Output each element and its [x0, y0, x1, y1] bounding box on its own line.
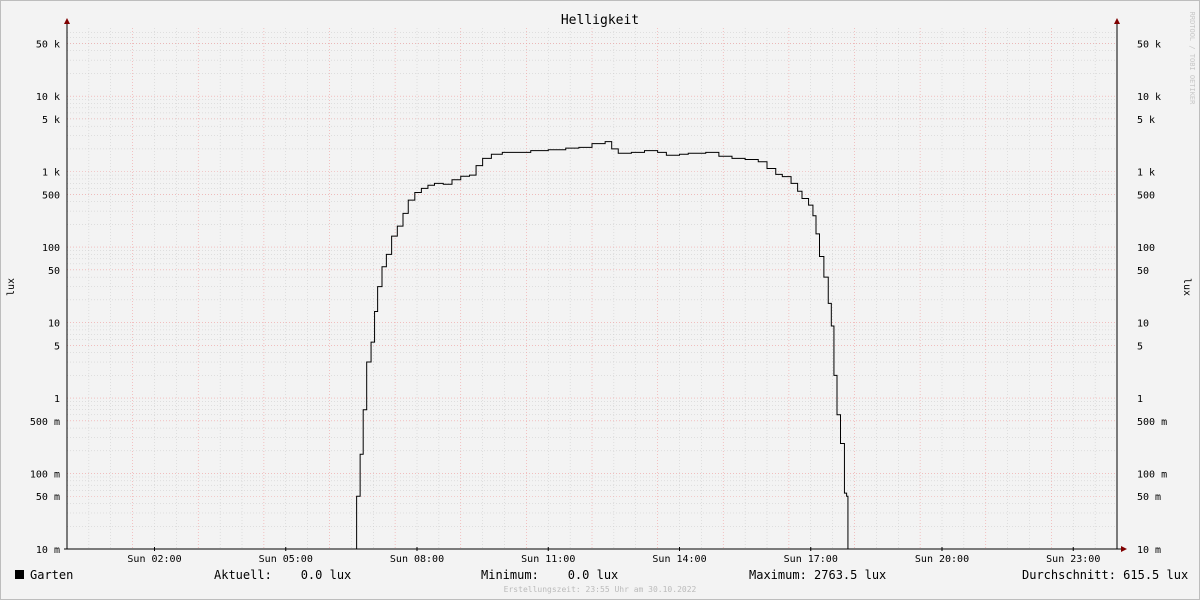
y-axis-label-left: lux	[6, 278, 17, 296]
y-tick-label: 100	[42, 243, 60, 254]
x-tick-label: Sun 11:00	[521, 554, 575, 565]
y-tick-label: 100 m	[30, 470, 60, 481]
chart-title: Helligkeit	[561, 13, 639, 28]
watermark: RRDTOOL / TOBI OETIKER	[1188, 12, 1196, 106]
x-axis-arrow	[1121, 546, 1127, 552]
y-tick-label: 1	[1137, 394, 1143, 405]
legend-current: Aktuell: 0.0 lux	[214, 568, 352, 582]
legend-maximum: Maximum: 2763.5 lux	[749, 568, 887, 582]
y-tick-label: 50	[1137, 266, 1149, 277]
y-tick-label: 50 k	[1137, 39, 1161, 50]
y-tick-label: 10 m	[36, 545, 60, 556]
y-tick-label: 10	[48, 319, 60, 330]
y-tick-label: 10 k	[1137, 92, 1161, 103]
y-tick-label: 5 k	[42, 115, 60, 126]
y-tick-label: 100	[1137, 243, 1155, 254]
y-tick-label: 50	[48, 266, 60, 277]
x-tick-labels: Sun 02:00 Sun 05:00 Sun 08:00 Sun 11:00 Sun …	[127, 547, 1100, 565]
y-tick-label: 1 k	[1137, 168, 1155, 179]
x-tick-label: Sun 14:00	[652, 554, 706, 565]
y-tick-label: 5	[1137, 341, 1143, 352]
y-tick-label: 100 m	[1137, 470, 1167, 481]
legend-swatch-garten	[15, 570, 24, 579]
x-tick-label: Sun 20:00	[915, 554, 969, 565]
y-axis-arrow-right	[1114, 18, 1120, 24]
x-tick-label: Sun 05:00	[259, 554, 313, 565]
legend-average: Durchschnitt: 615.5 lux	[1022, 568, 1189, 582]
y-tick-label: 500 m	[1137, 417, 1167, 428]
y-tick-label: 50 m	[1137, 492, 1161, 503]
y-tick-label: 1	[54, 394, 60, 405]
x-tick-label: Sun 17:00	[784, 554, 838, 565]
y-axis-label-right: lux	[1181, 278, 1192, 296]
y-tick-label: 500	[1137, 190, 1155, 201]
brightness-chart: 10 m 50 m 100 m 500 m 1 5 10 50 100 500 1 k 5 k 10 k…	[6, 12, 1196, 565]
legend-series-name: Garten	[30, 568, 74, 582]
y-tick-label: 5 k	[1137, 115, 1155, 126]
y-tick-labels-left: 10 m 50 m 100 m 500 m 1 5 10 50 100 500 1 k 5 k 10 k…	[30, 39, 60, 556]
y-tick-label: 10 k	[36, 92, 60, 103]
y-tick-label: 1 k	[42, 168, 60, 179]
y-tick-label: 500	[42, 190, 60, 201]
y-tick-labels-right: 10 m 50 m 100 m 500 m 1 5 10 50 100 500 1 k 5 k 10 k…	[1137, 39, 1167, 556]
y-tick-label: 500 m	[30, 417, 60, 428]
y-tick-label: 5	[54, 341, 60, 352]
y-tick-label: 50 k	[36, 39, 60, 50]
y-tick-label: 10	[1137, 319, 1149, 330]
y-tick-label: 50 m	[36, 492, 60, 503]
axes	[64, 18, 1127, 552]
y-axis-arrow-left	[64, 18, 70, 24]
x-tick-label: Sun 23:00	[1046, 554, 1100, 565]
footer-timestamp: Erstellungszeit: 23:55 Uhr am 30.10.2022	[503, 585, 697, 594]
grid	[67, 28, 1117, 550]
x-tick-label: Sun 02:00	[127, 554, 181, 565]
x-tick-label: Sun 08:00	[390, 554, 444, 565]
y-tick-label: 10 m	[1137, 545, 1161, 556]
legend-minimum: Minimum: 0.0 lux	[481, 568, 619, 582]
